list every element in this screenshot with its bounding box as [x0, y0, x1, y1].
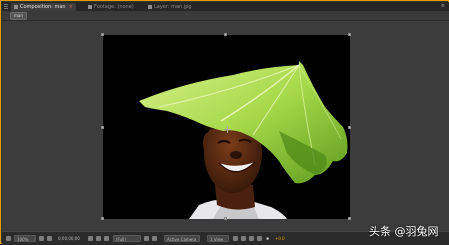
tab-footage[interactable]: Footage: (none)	[88, 3, 134, 11]
panel-grip-icon[interactable]	[4, 4, 8, 9]
timeline-icon[interactable]	[249, 236, 254, 241]
tab-composition-label: Composition: man	[20, 4, 66, 10]
tab-footage-label: Footage: (none)	[94, 4, 134, 10]
camera-select[interactable]: Active Camera	[164, 235, 200, 242]
zoom-select[interactable]: 100%	[14, 235, 36, 242]
transparency-grid-icon[interactable]	[152, 236, 157, 241]
layer-icon	[148, 4, 152, 9]
breadcrumb[interactable]: man	[10, 12, 27, 20]
footage-icon	[88, 4, 92, 9]
transform-handle[interactable]	[348, 33, 351, 36]
transform-handle[interactable]	[101, 33, 104, 36]
fast-previews-icon[interactable]	[241, 236, 246, 241]
resolution-select[interactable]: (Full)	[113, 235, 141, 242]
panel-tab-bar: Composition: man × Footage: (none) Layer:…	[2, 2, 449, 11]
grid-icon[interactable]	[39, 236, 44, 241]
show-snapshot-icon[interactable]	[96, 236, 101, 241]
toggle-pixel-aspect-icon[interactable]	[233, 236, 238, 241]
tab-composition[interactable]: Composition: man ×	[11, 3, 76, 11]
anchor-point-icon[interactable]	[224, 126, 231, 133]
transform-handle[interactable]	[101, 126, 104, 129]
timecode[interactable]: 0;00;00;00	[58, 235, 80, 242]
transform-handle[interactable]	[224, 217, 227, 220]
views-select[interactable]: 1 View	[207, 235, 229, 242]
tab-layer-label: Layer: man.jpg	[154, 4, 192, 10]
tab-layer[interactable]: Layer: man.jpg	[148, 3, 192, 11]
reset-exposure-icon[interactable]: ✱	[266, 235, 269, 242]
tab-close-icon[interactable]: ×	[69, 4, 73, 10]
watermark: 头条 @羽兔网	[369, 225, 439, 238]
mask-icon[interactable]	[47, 236, 52, 241]
exposure-value[interactable]: +0.0	[275, 235, 285, 242]
transform-handle[interactable]	[101, 217, 104, 220]
always-preview-icon[interactable]	[6, 236, 11, 241]
composition-icon	[14, 4, 18, 9]
composition-panel: Composition: man × Footage: (none) Layer:…	[0, 0, 449, 245]
composition-viewer[interactable]	[2, 21, 449, 231]
snapshot-icon[interactable]	[88, 236, 93, 241]
transform-handle[interactable]	[224, 33, 227, 36]
transform-handle[interactable]	[348, 126, 351, 129]
flowchart-icon[interactable]	[257, 236, 262, 241]
panel-menu-icon[interactable]: ≡	[441, 3, 445, 10]
channel-icon[interactable]	[104, 236, 109, 241]
transform-handle[interactable]	[348, 217, 351, 220]
breadcrumb-bar: man	[2, 11, 449, 21]
region-of-interest-icon[interactable]	[144, 236, 149, 241]
